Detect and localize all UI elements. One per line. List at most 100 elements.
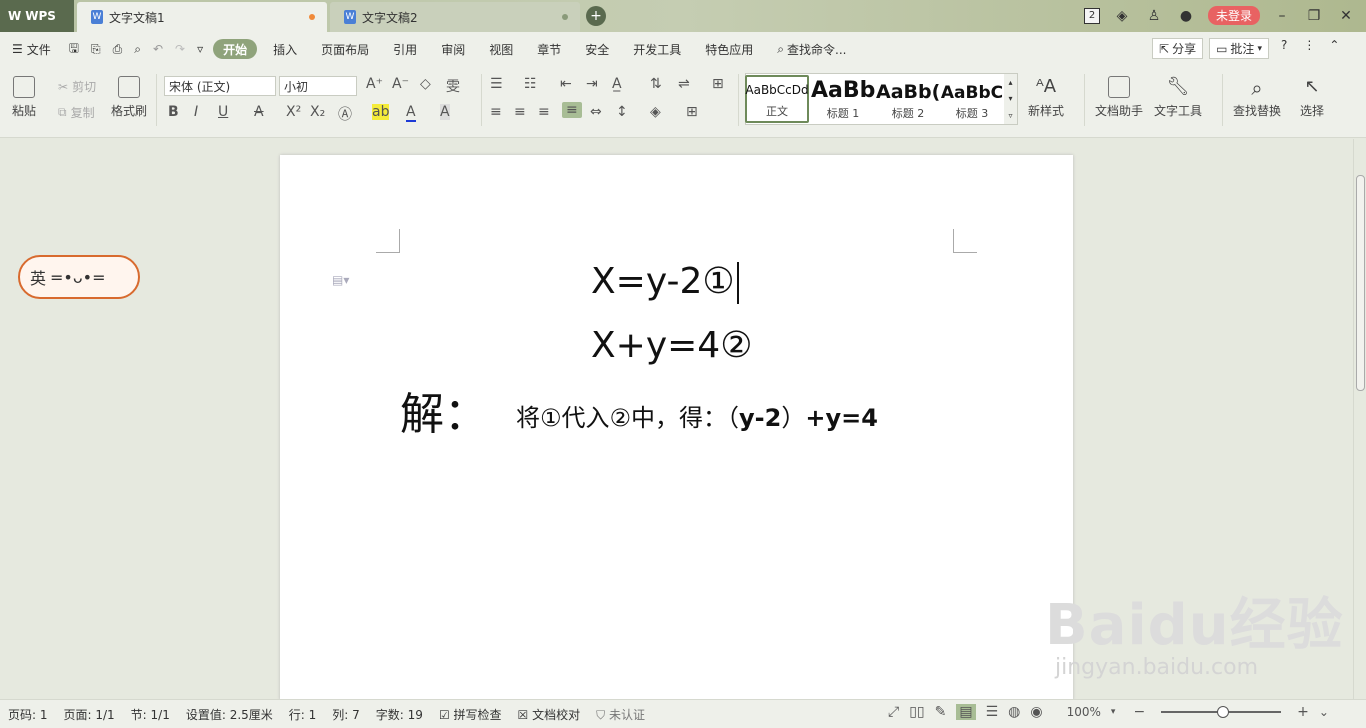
zoom-level[interactable]: 100% (1067, 705, 1101, 719)
restore-icon[interactable]: ❐ (1304, 8, 1324, 24)
file-menu[interactable]: ☰ 文件 (0, 32, 63, 66)
tab-page-layout[interactable]: 页面布局 (309, 32, 381, 66)
font-name-select[interactable]: 宋体 (正文) (164, 76, 276, 96)
web-view-icon[interactable]: ◍ (1008, 704, 1020, 720)
document-tab-2[interactable]: W 文字文稿2 (330, 2, 580, 32)
style-heading-2[interactable]: AaBb( 标题 2 (876, 75, 940, 123)
status-col[interactable]: 列: 7 (324, 706, 368, 723)
tab-references[interactable]: 引用 (381, 32, 429, 66)
tab-section[interactable]: 章节 (525, 32, 573, 66)
equation-line-2[interactable]: X+y=4② (591, 325, 752, 366)
zoom-slider[interactable] (1161, 706, 1282, 718)
char-shading-icon[interactable]: A (440, 104, 450, 120)
solution-line[interactable]: 将①代入②中，得：（y-2）+y=4 (516, 398, 878, 433)
quick-access-dropdown-icon[interactable]: ▿ (191, 32, 209, 66)
table-borders-icon[interactable]: ⊞ (712, 76, 724, 92)
align-right-icon[interactable]: ≡ (538, 104, 550, 120)
justify-icon[interactable]: ≡ (562, 102, 582, 118)
align-center-icon[interactable]: ≡ (514, 104, 526, 120)
minimize-icon[interactable]: – (1272, 8, 1292, 24)
subscript-icon[interactable]: X₂ (310, 104, 325, 120)
cut-button[interactable]: ✂ 剪切 (58, 78, 96, 95)
equation-line-1[interactable]: X=y-2① (591, 261, 739, 304)
more-icon[interactable]: ⋮ (1299, 38, 1319, 59)
tab-review[interactable]: 审阅 (429, 32, 477, 66)
export-icon[interactable]: ⎘ (85, 32, 107, 66)
underline-icon[interactable]: U (218, 104, 228, 120)
paragraph-layout-icon[interactable]: ▤▾ (332, 273, 349, 287)
fullscreen-icon[interactable]: ⤢ (888, 704, 899, 720)
help-icon[interactable]: ? (1275, 38, 1293, 59)
close-icon[interactable]: ✕ (1336, 8, 1356, 24)
status-pages[interactable]: 页面: 1/1 (56, 706, 123, 723)
undo-icon[interactable]: ↶ (147, 32, 169, 66)
text-effect-icon[interactable]: Ⓐ (338, 104, 352, 124)
fill-icon[interactable]: ◈ (650, 104, 661, 120)
share-button[interactable]: ⇱ 分享 (1152, 38, 1204, 59)
window-count-badge[interactable]: 2 (1084, 7, 1100, 24)
new-style-button[interactable]: ᴬA 新样式 (1028, 76, 1064, 119)
command-search[interactable]: ⌕ 查找命令... (765, 32, 858, 66)
spell-check-button[interactable]: ☑ 拼写检查 (431, 706, 510, 723)
zoom-in-icon[interactable]: + (1297, 704, 1309, 720)
char-layout-icon[interactable]: A̲ (612, 76, 622, 92)
numbered-list-icon[interactable]: ☷ (524, 76, 537, 92)
select-button[interactable]: ↖ 选择 (1300, 76, 1324, 119)
edit-icon[interactable]: ✎ (935, 704, 947, 720)
tab-view[interactable]: 视图 (477, 32, 525, 66)
redo-icon[interactable]: ↷ (169, 32, 191, 66)
align-left-icon[interactable]: ≡ (490, 104, 502, 120)
zoom-dropdown-icon[interactable]: ▾ (1111, 707, 1116, 717)
sort-icon[interactable]: ⇅ (650, 76, 662, 92)
doc-assistant-button[interactable]: 文档助手 (1095, 76, 1143, 119)
wps-home-tab[interactable]: W WPS (0, 0, 74, 32)
tab-insert[interactable]: 插入 (261, 32, 309, 66)
avatar[interactable]: ● (1176, 8, 1196, 24)
vertical-scrollbar[interactable] (1353, 139, 1366, 699)
print-icon[interactable]: ⎙ (107, 32, 129, 66)
status-section[interactable]: 节: 1/1 (123, 706, 178, 723)
font-size-select[interactable]: 小初 (279, 76, 357, 96)
italic-icon[interactable]: I (194, 104, 198, 120)
login-button[interactable]: 未登录 (1208, 6, 1261, 25)
text-tools-button[interactable]: 🔧︎ 文字工具 (1154, 76, 1202, 119)
tab-home[interactable]: 开始 (213, 39, 258, 59)
reading-view-icon[interactable]: ▯▯ (909, 704, 924, 720)
grow-font-icon[interactable]: A⁺ (366, 76, 383, 92)
line-spacing-icon[interactable]: ↕ (616, 104, 628, 120)
border-icon[interactable]: ⊞ (686, 104, 698, 120)
copy-button[interactable]: ⧉ 复制 (58, 104, 95, 121)
strikethrough-icon[interactable]: A (254, 104, 264, 120)
show-marks-icon[interactable]: ⇌ (678, 76, 690, 92)
shrink-font-icon[interactable]: A⁻ (392, 76, 409, 92)
status-setting[interactable]: 设置值: 2.5厘米 (178, 706, 281, 723)
save-icon[interactable]: 🖫 (63, 32, 85, 66)
increase-indent-icon[interactable]: ⇥ (586, 76, 598, 92)
distribute-icon[interactable]: ⇔ (590, 104, 602, 120)
page-view-icon[interactable]: ▤ (956, 704, 976, 720)
style-normal[interactable]: AaBbCcDd 正文 (745, 75, 809, 123)
font-color-icon[interactable]: A (406, 104, 416, 122)
eye-protection-icon[interactable]: ◉ (1030, 704, 1042, 720)
collapse-ribbon-icon[interactable]: ⌃ (1325, 38, 1343, 59)
highlight-icon[interactable]: ab (372, 104, 390, 120)
expand-statusbar-icon[interactable]: ⌄ (1319, 705, 1329, 719)
paste-button[interactable]: 粘贴 (12, 76, 36, 119)
find-replace-button[interactable]: ⌕ 查找替换 (1233, 76, 1281, 119)
superscript-icon[interactable]: X² (286, 104, 301, 120)
phonetic-icon[interactable]: 雯 (446, 76, 460, 96)
status-row[interactable]: 行: 1 (281, 706, 325, 723)
format-painter-button[interactable]: 格式刷 (111, 76, 147, 119)
scrollbar-thumb[interactable] (1356, 175, 1365, 391)
new-tab-button[interactable]: + (586, 6, 606, 26)
tab-developer[interactable]: 开发工具 (621, 32, 693, 66)
certification-status[interactable]: ⛉ 未认证 (588, 706, 653, 723)
bullet-list-icon[interactable]: ☰ (490, 76, 503, 92)
clear-format-icon[interactable]: ◇ (420, 76, 431, 92)
tab-security[interactable]: 安全 (573, 32, 621, 66)
style-heading-3[interactable]: AaBbC 标题 3 (940, 75, 1004, 123)
zoom-slider-knob[interactable] (1217, 706, 1230, 718)
comment-button[interactable]: ▭ 批注 ▾ (1209, 38, 1269, 59)
bold-icon[interactable]: B (168, 104, 179, 120)
skin-icon[interactable]: ◈ (1112, 8, 1132, 24)
